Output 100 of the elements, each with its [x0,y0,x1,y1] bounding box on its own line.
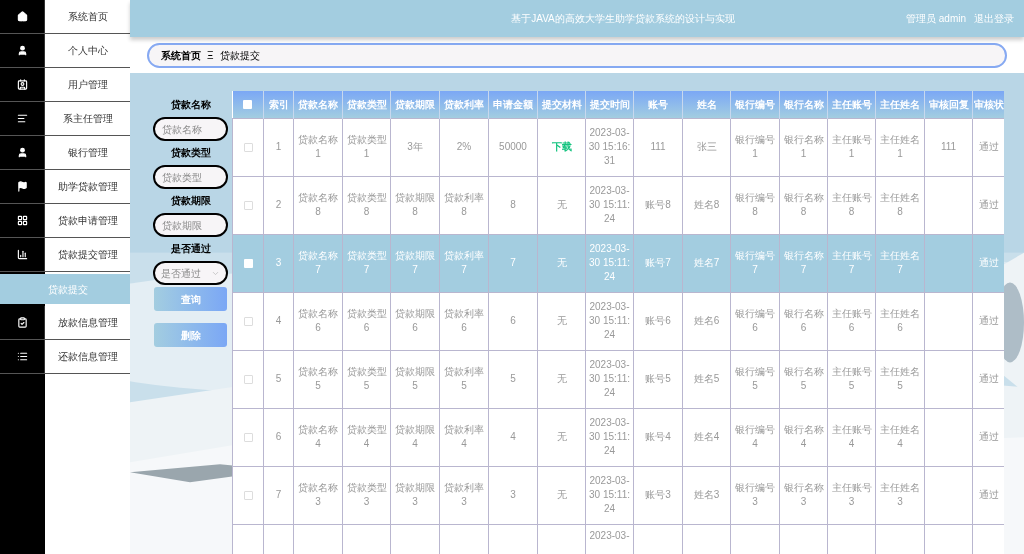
table-cell: 7 [275,489,282,500]
column-header: 审核回复 [924,91,973,118]
logout-link[interactable]: 退出登录 [974,11,1014,26]
column-header: 主任姓名 [875,91,925,118]
table-row[interactable]: 2023-03- [232,524,1004,554]
table-cell: 银行名称3 [783,482,824,507]
table-row[interactable]: 7 贷款名称3 贷款类型3 贷款期限3 贷款利率3 3 无 2023-03-30 15:11:24 账号3 姓名3 银行编号3 银行名称3 主任账号3 主任姓名3 通过 [232,466,1004,524]
table-cell: 贷款名称7 [298,250,338,275]
table-cell: 银行编号5 [735,366,775,391]
select-all-checkbox[interactable] [243,99,253,109]
row-checkbox[interactable] [243,142,253,152]
table-row[interactable]: 4 贷款名称6 贷款类型6 贷款期限6 贷款利率6 6 无 2023-03-30 15:11:24 账号6 姓名6 银行编号6 银行名称6 主任账号6 主任姓名6 通过 [232,292,1004,350]
column-header: 贷款期限 [390,91,440,118]
table-cell: 银行编号7 [735,250,775,275]
table-row[interactable]: 2 贷款名称8 贷款类型8 贷款期限8 贷款利率8 8 无 2023-03-30 15:11:24 账号8 姓名8 银行编号8 银行名称8 主任账号8 主任姓名8 通过 [232,176,1004,234]
table-cell: 账号4 [645,431,671,442]
table-cell: 主任姓名1 [880,134,920,159]
table-cell: 2023-03- [589,529,630,541]
table-cell: 6 [275,431,282,442]
bar-chart-icon [16,249,28,260]
table-row[interactable]: 5 贷款名称5 贷款类型5 贷款期限5 贷款利率5 5 无 2023-03-30 15:11:24 账号5 姓名5 银行编号5 银行名称5 主任账号5 主任姓名5 通过 [232,350,1004,408]
row-checkbox[interactable] [243,374,253,384]
user-icon [16,147,28,158]
table-row[interactable]: 3 贷款名称7 贷款类型7 贷款期限7 贷款利率7 7 无 2023-03-30 15:11:24 账号7 姓名7 银行编号7 银行名称7 主任账号7 主任姓名7 通过 [232,234,1004,292]
table-cell: 姓名6 [693,315,720,326]
table-cell: 银行编号3 [735,482,775,507]
column-header: 姓名 [682,91,731,118]
filter-select[interactable]: 是否通过 [153,261,228,285]
table-cell: 通过 [978,199,999,210]
table-cell: 主任账号3 [831,482,872,507]
table-cell: 通过 [978,315,999,326]
row-checkbox[interactable] [243,316,253,326]
table-cell: 银行编号4 [735,424,775,449]
table-cell: 银行名称8 [783,192,824,217]
list-icon [16,351,28,362]
table-cell: 无 [556,431,567,442]
table-cell: 8 [510,199,516,210]
column-header: 索引 [263,91,294,118]
table-cell: 5 [275,373,282,384]
column-header: 贷款名称 [293,91,343,118]
row-checkbox[interactable] [243,490,253,500]
admin-label: 管理员 admin [906,12,966,26]
table-cell: 50000 [499,141,527,152]
row-checkbox[interactable] [243,258,253,268]
table-cell: 通过 [978,431,999,442]
table-cell: 贷款类型1 [346,134,387,159]
breadcrumb-home[interactable]: 系统首页 [161,47,201,63]
table-cell: 张三 [696,141,717,152]
table-cell: 3 [275,257,282,268]
table-cell: 主任姓名6 [880,308,920,333]
download-link[interactable]: 下载 [551,141,572,152]
filter-input[interactable]: 贷款期限 [153,213,228,237]
table-cell: 无 [556,373,567,384]
table-cell: 2023-03-30 15:11:24 [589,185,630,224]
table-cell: 姓名3 [693,489,720,500]
table-cell: 贷款期限5 [395,366,435,391]
table-cell: 贷款名称4 [298,424,338,449]
table-row[interactable]: 6 贷款名称4 贷款类型4 贷款期限4 贷款利率4 4 无 2023-03-30 15:11:24 账号4 姓名4 银行编号4 银行名称4 主任账号4 主任姓名4 通过 [232,408,1004,466]
table-cell: 银行名称1 [783,134,824,159]
table-cell: 贷款名称6 [298,308,338,333]
table-cell: 无 [556,199,567,210]
table-cell: 2023-03-30 15:11:24 [589,301,630,340]
filter-input[interactable]: 贷款类型 [153,165,228,189]
table-cell: 贷款期限4 [395,424,435,449]
table-cell: 贷款利率5 [444,366,484,391]
column-header: 账号 [633,91,683,118]
table-cell: 贷款类型5 [346,366,387,391]
table-cell: 银行名称4 [783,424,824,449]
table-cell: 账号3 [645,489,671,500]
table-cell: 贷款类型7 [346,250,387,275]
table-cell: 主任账号8 [831,192,872,217]
table-cell: 贷款名称3 [298,482,338,507]
table-cell: 无 [556,315,567,326]
table-cell: 7 [510,257,516,268]
row-checkbox[interactable] [243,432,253,442]
filter-label: 贷款类型 [170,146,211,160]
table-cell: 111 [940,141,957,152]
delete-button[interactable]: 删除 [154,323,227,347]
table-cell: 贷款类型3 [346,482,387,507]
column-header: 贷款类型 [342,91,391,118]
column-header: 申请金额 [488,91,538,118]
table-cell: 2023-03-30 15:11:24 [589,475,630,514]
table-cell: 贷款利率8 [444,192,484,217]
table-cell: 主任姓名8 [880,192,920,217]
home-icon [16,11,28,22]
sidebar-item[interactable]: 贷款提交 [0,274,130,304]
table-cell: 银行编号8 [735,192,775,217]
table-cell: 通过 [978,257,999,268]
row-checkbox[interactable] [243,200,253,210]
column-header: 银行名称 [779,91,828,118]
search-button[interactable]: 查询 [154,287,227,311]
column-header: 审核状 [972,91,1004,118]
filter-input[interactable]: 贷款名称 [153,117,228,141]
table-row[interactable]: 1 贷款名称1 贷款类型1 3年 2% 50000 下载 2023-03-30 15:16:31 111 张三 银行编号1 银行名称1 主任账号1 主任姓名1 111 通过 [232,118,1004,176]
table-cell: 贷款名称8 [298,192,338,217]
table-cell: 贷款期限8 [395,192,435,217]
breadcrumb-separator: Ξ [207,48,214,63]
table-cell: 主任账号7 [831,250,872,275]
table-cell: 银行编号6 [735,308,775,333]
table-cell: 2023-03-30 15:16:31 [588,127,631,166]
